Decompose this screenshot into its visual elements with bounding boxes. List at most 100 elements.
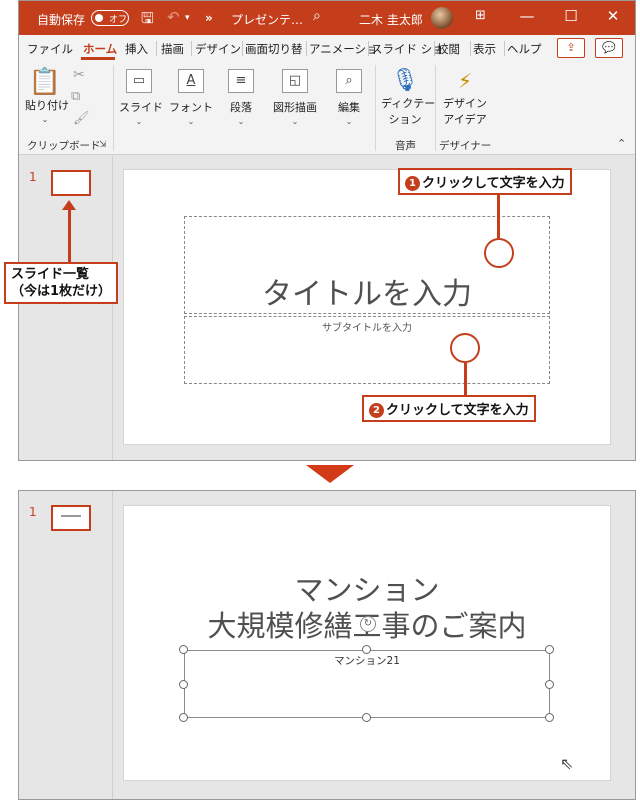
maximize-icon[interactable]: ☐ (551, 7, 591, 25)
tab-draw[interactable]: 描画 (161, 41, 184, 57)
slide-number: 1 (29, 170, 37, 184)
paste-icon: 📋 (28, 67, 62, 97)
drawing-label: 図形描画 (273, 101, 317, 114)
designer-group-label: デザイナー (439, 140, 492, 152)
subtitle-textbox-selected[interactable]: マンション21 (184, 650, 550, 718)
slide-number: 1 (29, 505, 37, 519)
paste-label: 貼り付け (25, 99, 69, 112)
chevron-down-icon: ⌄ (237, 117, 245, 126)
design-ideas-icon: ⚡ (457, 69, 473, 93)
paragraph-button[interactable]: ≡ 段落 ⌄ (223, 69, 259, 126)
resize-handle[interactable] (545, 645, 554, 654)
close-icon[interactable]: ✕ (593, 7, 633, 25)
user-name: 二木 圭太郎 (359, 13, 423, 27)
subtitle-text: マンション21 (334, 655, 400, 667)
subtitle-placeholder-text: サブタイトルを入力 (322, 323, 412, 334)
tab-transitions[interactable]: 画面切り替 (245, 41, 303, 57)
resize-handle[interactable] (545, 713, 554, 722)
mouse-cursor-icon: ⇖ (560, 754, 574, 773)
resize-handle[interactable] (362, 645, 371, 654)
undo-dropdown-icon[interactable]: ▾ (185, 13, 190, 23)
active-tab-indicator (81, 57, 115, 60)
step2-callout-text: クリックして文字を入力 (386, 403, 529, 418)
slide-list-callout-line2: （今は1枚だけ） (11, 284, 112, 299)
resize-handle[interactable] (179, 645, 188, 654)
slide-title[interactable]: マンション 大規模修繕工事のご案内 (124, 572, 610, 644)
cut-icon[interactable]: ✂ (73, 67, 85, 83)
chevron-down-icon: ⌄ (345, 117, 353, 126)
dialog-launcher-icon[interactable]: ⇲ (99, 140, 107, 150)
ribbon: 📋 貼り付け ⌄ ✂ ⧉ 🖌 クリップボード ⇲ ▭ スライド ⌄ A フォント… (19, 61, 635, 155)
chevron-down-icon: ⌄ (291, 117, 299, 126)
search-icon[interactable]: ⌕ (313, 8, 321, 24)
dictate-button[interactable]: 🎙 ディクテー ション (381, 67, 436, 127)
tab-home[interactable]: ホーム (83, 41, 117, 57)
resize-handle[interactable] (179, 713, 188, 722)
quick-access-overflow[interactable]: » (205, 11, 213, 25)
step2-click-marker (450, 333, 480, 363)
rotate-handle-icon[interactable]: ↻ (360, 616, 376, 632)
callout-arrowhead (62, 200, 76, 210)
shapes-icon: ◱ (282, 69, 308, 93)
title-placeholder-text: タイトルを入力 (262, 277, 472, 312)
font-button[interactable]: A フォント ⌄ (169, 69, 213, 126)
tab-file[interactable]: ファイル (27, 41, 73, 57)
save-icon[interactable]: 🖫 (141, 8, 154, 33)
tab-help[interactable]: ヘルプ (507, 41, 542, 57)
resize-handle[interactable] (362, 713, 371, 722)
chevron-down-icon: ⌄ (187, 117, 195, 126)
format-painter-icon[interactable]: 🖌 (73, 111, 90, 126)
slide-title-line1: マンション (294, 573, 440, 607)
slide-icon: ▭ (126, 69, 152, 93)
step1-line (497, 194, 500, 238)
autosave-toggle[interactable]: オフ (91, 10, 129, 26)
slide-thumbnail[interactable] (51, 170, 91, 196)
ribbon-tabs: ファイル ホーム 挿入 描画 デザイン 画面切り替 アニメーショ スライド ショ… (19, 35, 635, 61)
powerpoint-window-after: 1 マンション 大規模修繕工事のご案内 マンション21 ↻ ⇖ (18, 490, 636, 800)
minimize-icon[interactable]: — (507, 7, 547, 25)
paragraph-label: 段落 (230, 101, 252, 114)
share-button[interactable]: ⇪ (557, 38, 585, 58)
tab-slideshow[interactable]: スライド ショ (371, 41, 444, 57)
clipboard-group-label: クリップボード (27, 140, 101, 152)
step2-callout: 2 クリックして文字を入力 (362, 395, 536, 422)
ribbon-display-icon[interactable]: ⊞ (475, 8, 486, 23)
copy-icon[interactable]: ⧉ (71, 89, 80, 104)
resize-handle[interactable] (545, 680, 554, 689)
design-ideas-button[interactable]: ⚡ デザイン アイデア (439, 67, 491, 127)
tab-insert[interactable]: 挿入 (125, 41, 148, 57)
slide-thumbnail[interactable] (51, 505, 91, 531)
paste-button[interactable]: 📋 貼り付け ⌄ (25, 67, 69, 124)
step1-click-marker (484, 238, 514, 268)
collapse-ribbon-icon[interactable]: ⌃ (617, 137, 626, 150)
drawing-button[interactable]: ◱ 図形描画 ⌄ (269, 69, 321, 126)
callout-line (68, 208, 71, 264)
slide-label: スライド (119, 101, 163, 114)
tab-design[interactable]: デザイン (195, 41, 241, 57)
dictate-label-2: ション (388, 113, 422, 126)
slide-canvas[interactable]: マンション 大規模修繕工事のご案内 マンション21 ↻ ⇖ (123, 505, 611, 781)
undo-icon[interactable]: ↶ (167, 8, 180, 26)
autosave-state: オフ (109, 15, 128, 25)
subtitle-placeholder[interactable]: サブタイトルを入力 (184, 316, 550, 384)
transition-arrow (306, 465, 354, 483)
font-label: フォント (169, 101, 213, 114)
microphone-icon: 🎙 (391, 68, 419, 93)
slide-button[interactable]: ▭ スライド ⌄ (119, 69, 163, 126)
autosave-label: 自動保存 (37, 13, 86, 27)
step1-badge: 1 (405, 176, 420, 191)
step1-callout: 1 クリックして文字を入力 (398, 168, 572, 195)
document-title: プレゼンテ… (231, 13, 304, 27)
dictate-label-1: ディクテー (381, 97, 436, 110)
avatar[interactable] (431, 7, 453, 29)
resize-handle[interactable] (179, 680, 188, 689)
slide-list-callout-line1: スライド一覧 (11, 267, 90, 282)
comments-button[interactable]: 💬 (595, 38, 623, 58)
editing-label: 編集 (338, 101, 360, 114)
chevron-down-icon: ⌄ (41, 115, 49, 124)
editing-button[interactable]: ⌕ 編集 ⌄ (331, 69, 367, 126)
search-icon: ⌕ (336, 69, 362, 93)
slide-list-callout: スライド一覧 （今は1枚だけ） (4, 262, 119, 304)
tab-review[interactable]: 校閲 (437, 41, 460, 57)
tab-view[interactable]: 表示 (473, 41, 496, 57)
